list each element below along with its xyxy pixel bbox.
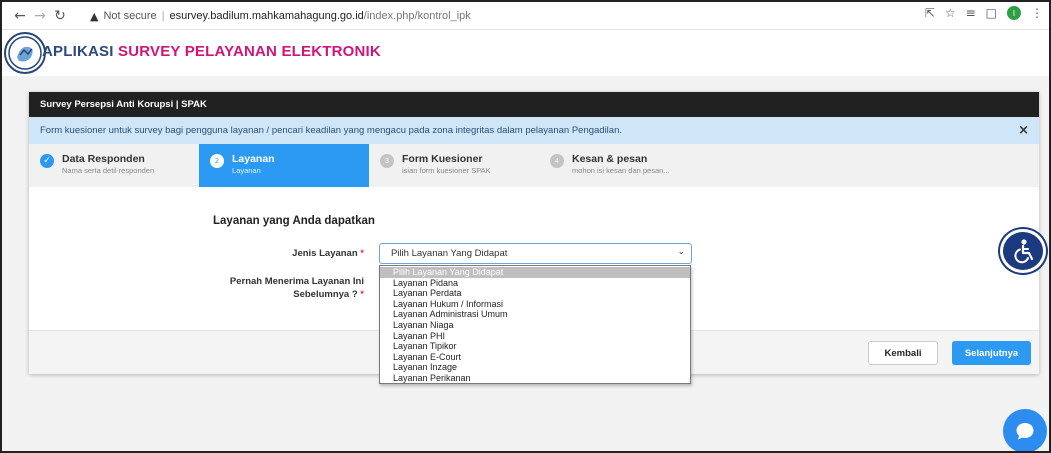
address-bar[interactable]: ▲ Not secure | esurvey.badilum.mahkamaha… — [90, 5, 890, 27]
dropdown-option[interactable]: Layanan Administrasi Umum — [380, 309, 690, 320]
dropdown-option[interactable]: Layanan Pidana — [380, 278, 690, 289]
dropdown-option[interactable]: Layanan PHI — [380, 331, 690, 342]
select-value: Pilih Layanan Yang Didapat — [391, 248, 508, 259]
required-mark: * — [360, 248, 364, 259]
step-subtitle: isian form kuesioner SPAK — [402, 166, 491, 175]
step-data-responden[interactable]: ✓ Data Responden Nama serta detil respon… — [29, 144, 199, 187]
step-number-badge: 3 — [380, 154, 394, 168]
step-title: Form Kuesioner — [402, 153, 483, 165]
card-header: Survey Persepsi Anti Korupsi | SPAK — [29, 92, 1039, 117]
app-logo-icon — [4, 32, 46, 74]
share-icon[interactable]: ⇱ — [925, 6, 935, 20]
dropdown-option[interactable]: Layanan Perikanan — [380, 373, 690, 384]
jenis-layanan-text: Jenis Layanan — [292, 248, 358, 259]
dropdown-option[interactable]: Layanan Tipikor — [380, 341, 690, 352]
info-alert: Form kuesioner untuk survey bagi penggun… — [29, 117, 1039, 144]
step-title: Data Responden — [62, 153, 145, 165]
app-title-prefix: APLIKASI — [42, 43, 118, 60]
step-title: Kesan & pesan — [572, 153, 648, 165]
step-number-badge: 2 — [210, 154, 224, 168]
pernah-label-line2: Sebelumnya ? — [293, 289, 358, 300]
chevron-down-icon: ⌄ — [677, 247, 685, 257]
jenis-layanan-select[interactable]: Pilih Layanan Yang Didapat ⌄ — [379, 243, 692, 264]
step-number-badge: 4 — [550, 154, 564, 168]
step-kesan-pesan[interactable]: 4 Kesan & pesan mohon isi kesan dan pesa… — [539, 144, 709, 187]
chat-icon[interactable] — [1003, 409, 1047, 451]
browser-window: ← → ↻ ▲ Not secure | esurvey.badilum.mah… — [0, 0, 1051, 453]
browser-actions: ⇱ ☆ ≡ □ I ⋮ — [925, 6, 1043, 20]
url-path: /index.php/kontrol_ipk — [363, 10, 471, 22]
reload-icon[interactable]: ↻ — [50, 6, 70, 26]
dropdown-option[interactable]: Layanan E-Court — [380, 352, 690, 363]
step-layanan[interactable]: 2 Layanan Layanan — [199, 144, 369, 187]
pernah-label-line1: Pernah Menerima Layanan Ini — [229, 276, 364, 287]
forward-arrow-icon[interactable]: → — [30, 6, 50, 26]
back-button[interactable]: Kembali — [868, 341, 938, 365]
app-header: APLIKASI SURVEY PELAYANAN ELEKTRONIK — [2, 30, 1049, 76]
step-title: Layanan — [232, 153, 275, 165]
dropdown-option[interactable]: Layanan Perdata — [380, 288, 690, 299]
next-button[interactable]: Selanjutnya — [952, 341, 1031, 365]
menu-kebab-icon[interactable]: ⋮ — [1031, 6, 1043, 20]
app-title: APLIKASI SURVEY PELAYANAN ELEKTRONIK — [42, 43, 381, 60]
browser-toolbar: ← → ↻ ▲ Not secure | esurvey.badilum.mah… — [2, 2, 1049, 30]
app-title-main: SURVEY PELAYANAN ELEKTRONIK — [117, 43, 381, 60]
dropdown-option[interactable]: Layanan Inzage — [380, 362, 690, 373]
address-separator: | — [161, 10, 165, 22]
jenis-layanan-dropdown[interactable]: Pilih Layanan Yang Didapat Layanan Pidan… — [379, 265, 691, 384]
dropdown-option[interactable]: Layanan Niaga — [380, 320, 690, 331]
accessibility-icon[interactable] — [1000, 229, 1046, 273]
bookmark-star-icon[interactable]: ☆ — [945, 6, 956, 20]
reading-list-icon[interactable]: ≡ — [966, 6, 976, 20]
dropdown-option[interactable]: Pilih Layanan Yang Didapat — [380, 267, 690, 278]
back-arrow-icon[interactable]: ← — [10, 6, 30, 26]
step-subtitle: mohon isi kesan dan pesan... — [572, 166, 670, 175]
step-form-kuesioner[interactable]: 3 Form Kuesioner isian form kuesioner SP… — [369, 144, 539, 187]
close-icon[interactable]: × — [1018, 123, 1029, 138]
side-panel-icon[interactable]: □ — [986, 6, 997, 20]
url-host: esurvey.badilum.mahkamahagung.go.id — [169, 10, 364, 22]
alert-text: Form kuesioner untuk survey bagi penggun… — [40, 125, 623, 136]
check-icon: ✓ — [40, 154, 54, 168]
jenis-layanan-label: Jenis Layanan * — [259, 247, 364, 260]
wizard-steps: ✓ Data Responden Nama serta detil respon… — [29, 144, 1039, 187]
step-subtitle: Layanan — [232, 166, 261, 175]
required-mark: * — [360, 289, 364, 300]
dropdown-option[interactable]: Layanan Hukum / Informasi — [380, 299, 690, 310]
warning-icon: ▲ — [90, 9, 99, 23]
profile-avatar[interactable]: I — [1007, 6, 1021, 20]
step-subtitle: Nama serta detil responden — [62, 166, 155, 175]
security-label: Not secure — [103, 10, 157, 22]
section-title: Layanan yang Anda dapatkan — [213, 215, 375, 227]
pernah-menerima-label: Pernah Menerima Layanan Ini Sebelumnya ?… — [209, 275, 364, 301]
